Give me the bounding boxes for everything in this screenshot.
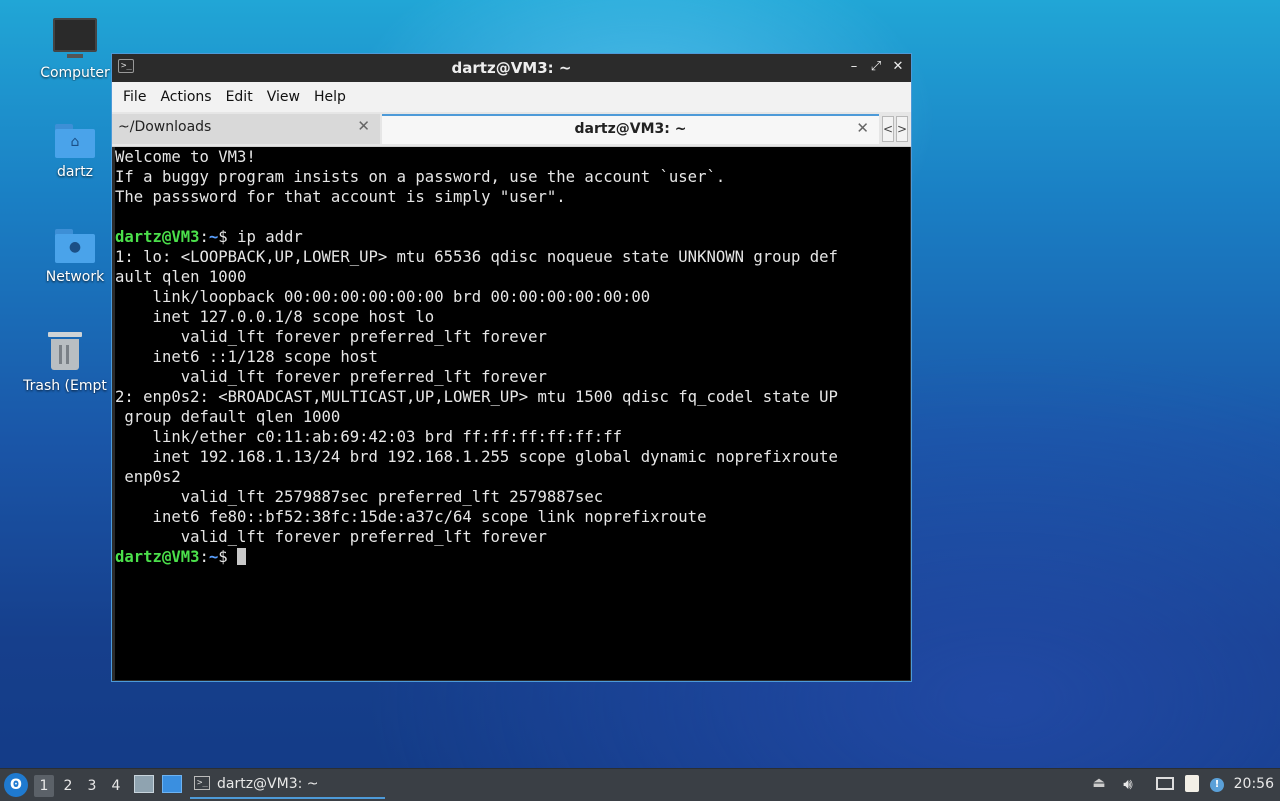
desktop-icon-label: Network: [45, 269, 105, 285]
terminal-line: If a buggy program insists on a password…: [115, 168, 726, 186]
window-titlebar[interactable]: >_ dartz@VM3: ~ – ⤢ ✕: [112, 54, 911, 82]
menu-edit[interactable]: Edit: [219, 89, 260, 105]
terminal-prompt-line[interactable]: dartz@VM3:~$: [115, 547, 910, 567]
menu-file[interactable]: File: [116, 89, 153, 105]
terminal-line: inet 127.0.0.1/8 scope host lo: [115, 308, 435, 326]
desktop-icon-label: Computer: [40, 65, 110, 81]
command-text: ip addr: [237, 228, 303, 246]
terminal-output[interactable]: Welcome to VM3! If a buggy program insis…: [115, 147, 910, 680]
terminal-prompt-line: dartz@VM3:~$ ip addr: [115, 227, 910, 247]
prompt-path: ~: [208, 548, 219, 566]
terminal-line: Welcome to VM3!: [115, 148, 256, 166]
volume-icon[interactable]: 🔊︎: [1118, 775, 1138, 795]
terminal-line: link/loopback 00:00:00:00:00:00 brd 00:0…: [115, 288, 651, 306]
trash-icon: [48, 332, 82, 370]
desktop-icon-label: dartz: [56, 164, 94, 180]
taskbar-task-label: dartz@VM3: ~: [217, 776, 319, 792]
tab-downloads[interactable]: ~/Downloads ✕: [112, 114, 380, 144]
prompt-user: dartz@VM3: [115, 548, 200, 566]
prompt-symbol: $: [218, 548, 238, 566]
terminal-line: link/ether c0:11:ab:69:42:03 brd ff:ff:f…: [115, 428, 622, 446]
desktop-icon-home[interactable]: ⌂ dartz: [25, 124, 125, 180]
tab-close-icon[interactable]: ✕: [357, 117, 370, 135]
file-manager-icon[interactable]: [134, 775, 154, 793]
tab-scroll-left-button[interactable]: <: [882, 116, 894, 142]
tab-scroll-right-button[interactable]: >: [896, 116, 908, 142]
notification-icon[interactable]: !: [1208, 775, 1226, 795]
taskbar: ʘ 1 2 3 4 >_ dartz@VM3: ~ ⏏ 🔊︎ ! 20:56: [0, 768, 1280, 801]
terminal-line: inet6 ::1/128 scope host: [115, 348, 378, 366]
terminal-line: inet6 fe80::bf52:38fc:15de:a37c/64 scope…: [115, 508, 707, 526]
workspace-3[interactable]: 3: [82, 775, 102, 797]
terminal-line: ault qlen 1000: [115, 268, 247, 286]
tab-home[interactable]: dartz@VM3: ~ ✕: [382, 114, 879, 144]
menu-help[interactable]: Help: [307, 89, 353, 105]
desktop-icon-network[interactable]: ● Network: [25, 229, 125, 285]
clipboard-icon[interactable]: [1182, 775, 1202, 795]
prompt-symbol: $: [218, 228, 238, 246]
terminal-line: valid_lft forever preferred_lft forever: [115, 528, 547, 546]
eject-icon[interactable]: ⏏: [1090, 775, 1108, 795]
terminal-line: The passsword for that account is simply…: [115, 188, 566, 206]
workspace-2[interactable]: 2: [58, 775, 78, 797]
terminal-window: >_ dartz@VM3: ~ – ⤢ ✕ File Actions Edit …: [111, 53, 912, 682]
maximize-button[interactable]: ⤢: [869, 58, 883, 76]
monitor-icon: [53, 18, 97, 58]
tab-label: ~/Downloads: [118, 119, 212, 135]
terminal-line: valid_lft forever preferred_lft forever: [115, 368, 547, 386]
text-cursor: [237, 548, 247, 565]
terminal-icon: >_: [194, 776, 210, 790]
window-title: dartz@VM3: ~: [451, 59, 572, 77]
terminal-line: enp0s2: [115, 468, 181, 486]
desktop-icon-trash[interactable]: Trash (Empt: [20, 332, 110, 394]
network-icon[interactable]: [1154, 775, 1176, 795]
clock[interactable]: 20:56: [1234, 776, 1274, 792]
show-desktop-icon[interactable]: [162, 775, 182, 793]
home-folder-icon: ⌂: [55, 124, 95, 158]
terminal-line: 1: lo: <LOOPBACK,UP,LOWER_UP> mtu 65536 …: [115, 248, 838, 266]
workspace-4[interactable]: 4: [106, 775, 126, 797]
taskbar-terminal-button[interactable]: >_ dartz@VM3: ~: [190, 771, 385, 799]
terminal-line: group default qlen 1000: [115, 408, 341, 426]
terminal-line: inet 192.168.1.13/24 brd 192.168.1.255 s…: [115, 448, 838, 466]
minimize-button[interactable]: –: [847, 58, 861, 76]
lubuntu-start-icon[interactable]: ʘ: [4, 773, 28, 797]
terminal-line: valid_lft forever preferred_lft forever: [115, 328, 547, 346]
network-folder-icon: ●: [55, 229, 95, 263]
tab-label: dartz@VM3: ~: [574, 121, 687, 137]
terminal-line: 2: enp0s2: <BROADCAST,MULTICAST,UP,LOWER…: [115, 388, 838, 406]
prompt-separator: :: [199, 228, 209, 246]
tab-bar: ~/Downloads ✕ dartz@VM3: ~ ✕ < >: [112, 112, 911, 147]
prompt-path: ~: [208, 228, 219, 246]
tab-close-icon[interactable]: ✕: [856, 119, 869, 137]
desktop-icon-label: Trash (Empt: [23, 378, 107, 394]
prompt-user: dartz@VM3: [115, 228, 200, 246]
menubar: File Actions Edit View Help: [112, 82, 911, 112]
menu-actions[interactable]: Actions: [153, 89, 218, 105]
workspace-1[interactable]: 1: [34, 775, 54, 797]
prompt-separator: :: [199, 548, 209, 566]
menu-view[interactable]: View: [260, 89, 307, 105]
desktop-icon-computer[interactable]: Computer: [25, 18, 125, 81]
close-button[interactable]: ✕: [891, 58, 905, 76]
terminal-line: valid_lft 2579887sec preferred_lft 25798…: [115, 488, 604, 506]
